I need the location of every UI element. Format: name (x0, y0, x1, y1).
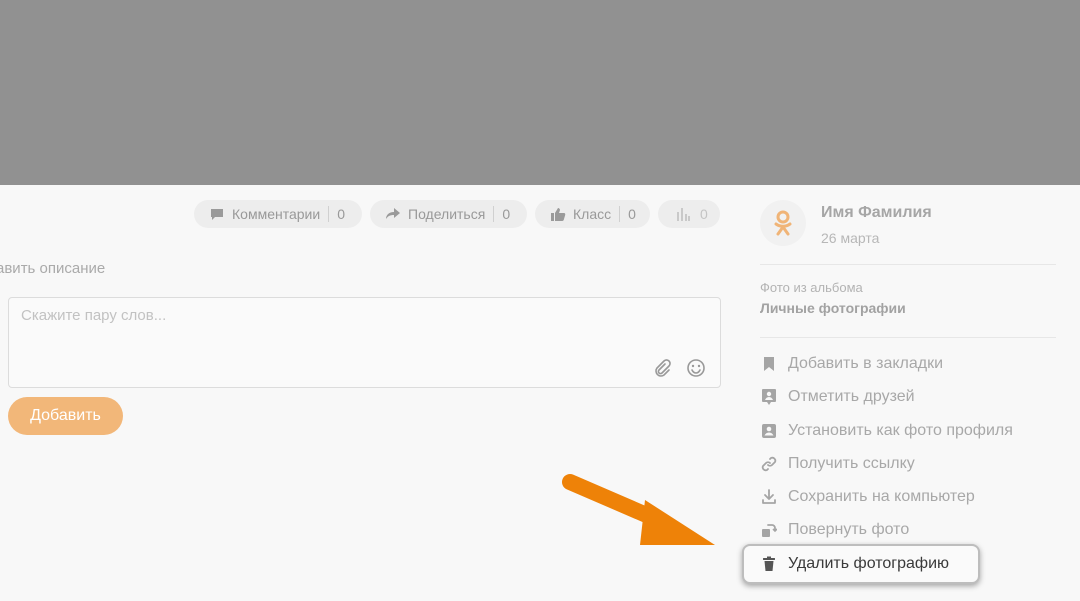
post-date: 26 марта (821, 230, 880, 246)
menu-item-label: Добавить в закладки (788, 355, 944, 372)
stats-count: 0 (700, 206, 708, 222)
menu-item-set-profile-photo[interactable]: Установить как фото профиля (760, 419, 1013, 443)
menu-item-get-link[interactable]: Получить ссылку (760, 452, 915, 476)
divider (493, 206, 495, 222)
menu-item-delete-photo[interactable]: Удалить фотографию (760, 552, 949, 576)
comment-input[interactable]: Скажите пару слов... (8, 297, 721, 388)
rotate-icon (760, 521, 778, 539)
album-link[interactable]: Личные фотографии (760, 300, 906, 316)
share-arrow-icon (382, 206, 404, 222)
comments-count: 0 (337, 206, 345, 222)
menu-item-tag-friends[interactable]: Отметить друзей (760, 385, 915, 409)
bookmark-icon (760, 355, 778, 373)
bar-chart-icon (672, 206, 694, 222)
class-count: 0 (628, 206, 636, 222)
comment-placeholder: Скажите пару слов... (21, 307, 167, 324)
share-label: Поделиться (408, 206, 486, 222)
menu-item-label: Удалить фотографию (788, 555, 950, 572)
comment-icon (206, 206, 228, 222)
add-comment-button[interactable]: Добавить (8, 397, 123, 435)
menu-item-label: Отметить друзей (788, 388, 915, 405)
thumbs-up-icon (547, 206, 569, 222)
link-icon (760, 455, 778, 473)
album-label: Фото из альбома (760, 280, 863, 295)
smile-icon[interactable] (685, 357, 707, 379)
author-name[interactable]: Имя Фамилия (821, 204, 932, 222)
menu-item-bookmark[interactable]: Добавить в закладки (760, 352, 943, 376)
paperclip-icon[interactable] (651, 357, 673, 379)
divider (760, 337, 1056, 338)
avatar[interactable] (760, 200, 806, 246)
divider (760, 264, 1056, 265)
stats-button[interactable]: 0 (658, 200, 720, 228)
menu-item-label: Повернуть фото (788, 521, 910, 538)
divider (619, 206, 621, 222)
class-label: Класс (573, 206, 612, 222)
odnoklassniki-logo-icon (774, 210, 792, 236)
share-count: 0 (502, 206, 511, 222)
menu-item-save-to-computer[interactable]: Сохранить на компьютер (760, 485, 975, 509)
menu-item-label: Получить ссылку (788, 455, 915, 472)
trash-icon (760, 555, 778, 573)
tag-friend-icon (760, 388, 778, 406)
menu-item-label: Сохранить на компьютер (788, 488, 975, 505)
menu-item-rotate-photo[interactable]: Повернуть фото (760, 518, 909, 542)
pointer-arrow-icon (562, 474, 715, 545)
add-description-link[interactable]: авить описание (0, 260, 105, 277)
divider (328, 206, 330, 222)
download-icon (760, 488, 778, 506)
comments-label: Комментарии (232, 206, 321, 222)
comments-button[interactable]: Комментарии 0 (194, 200, 362, 228)
class-like-button[interactable]: Класс 0 (535, 200, 650, 228)
profile-photo-icon (760, 422, 778, 440)
share-button[interactable]: Поделиться 0 (370, 200, 527, 228)
photo-viewer-image[interactable] (0, 0, 1080, 185)
menu-item-label: Установить как фото профиля (788, 422, 1013, 439)
